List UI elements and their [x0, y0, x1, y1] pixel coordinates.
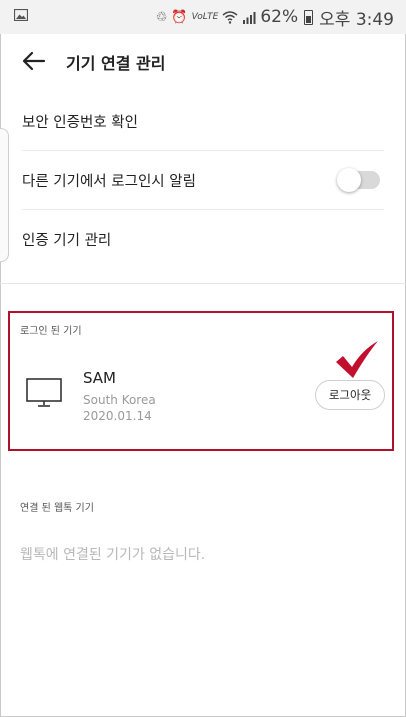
logout-button[interactable]: 로그아웃 — [315, 380, 385, 410]
security-code-item[interactable]: 보안 인증번호 확인 — [22, 92, 384, 151]
toggle-knob — [337, 168, 361, 192]
wifi-icon — [222, 10, 238, 24]
security-code-label: 보안 인증번호 확인 — [22, 114, 138, 131]
auth-device-label: 인증 기기 관리 — [22, 232, 112, 249]
device-location: South Korea — [83, 393, 156, 407]
login-alert-item[interactable]: 다른 기기에서 로그인시 알림 — [22, 151, 384, 210]
status-bar: ♲ ⏰ VoLTE 62% 오후 3:49 — [0, 0, 406, 34]
edge-panel-handle[interactable] — [0, 128, 9, 262]
checkmark-icon — [336, 341, 378, 378]
login-alert-toggle[interactable] — [337, 168, 380, 192]
volte-label: VoLTE — [191, 11, 219, 22]
signal-icon — [243, 11, 256, 24]
settings-list: 보안 인증번호 확인 다른 기기에서 로그인시 알림 인증 기기 관리 — [22, 92, 384, 268]
app-header: 기기 연결 관리 — [0, 34, 406, 88]
battery-icon — [304, 9, 314, 25]
logged-in-section-label: 로그인 된 기기 — [20, 326, 82, 337]
gallery-notification-icon — [14, 9, 28, 21]
auth-device-item[interactable]: 인증 기기 관리 — [22, 210, 384, 268]
clock: 오후 3:49 — [319, 9, 394, 30]
back-arrow-icon[interactable] — [22, 51, 46, 71]
page-title: 기기 연결 관리 — [66, 54, 166, 73]
monitor-icon — [26, 378, 62, 407]
webtoc-section-label: 연결 된 웹톡 기기 — [20, 503, 94, 514]
webtoc-empty-text: 웹톡에 연결된 기기가 없습니다. — [20, 547, 206, 563]
device-date: 2020.01.14 — [83, 409, 152, 423]
login-alert-label: 다른 기기에서 로그인시 알림 — [22, 173, 196, 190]
battery-percent: 62% — [260, 7, 299, 27]
alarm-icon: ⏰ — [171, 9, 188, 25]
section-divider — [0, 283, 406, 284]
device-name: SAM — [83, 369, 117, 387]
recycle-icon: ♲ — [155, 9, 168, 25]
